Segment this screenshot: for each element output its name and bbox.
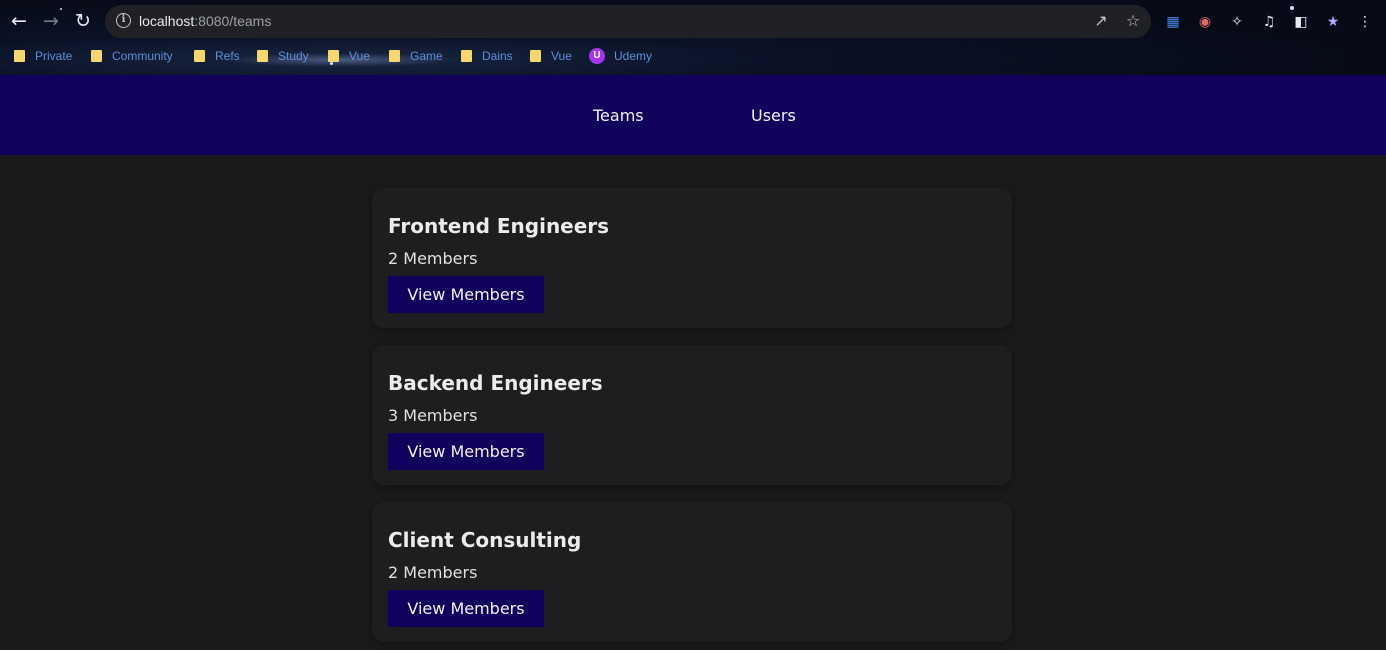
folder-icon <box>194 50 205 62</box>
folder-icon <box>91 50 102 62</box>
url-host: localhost <box>139 13 195 29</box>
nav-link-teams[interactable]: Teams <box>593 106 644 125</box>
nav-link-users[interactable]: Users <box>751 106 796 125</box>
browser-chrome: ← → ↻ i localhost:8080/teams ↗ ☆ ▦ ◉ ✧ ♫… <box>0 0 1386 75</box>
team-member-count: 3 Members <box>388 406 478 425</box>
folder-icon <box>328 50 339 62</box>
bookmark-label: Study <box>278 49 309 63</box>
bookmark-label: Refs <box>215 49 240 63</box>
bookmark-item[interactable]: Dains <box>461 44 513 68</box>
folder-icon <box>461 50 472 62</box>
bookmark-label: Vue <box>551 49 572 63</box>
bookmark-item[interactable]: Game <box>389 44 443 68</box>
folder-icon <box>389 50 400 62</box>
bookmark-label: Vue <box>349 49 370 63</box>
side-panel-icon[interactable]: ◧ <box>1292 13 1310 31</box>
folder-icon <box>530 50 541 62</box>
bookmark-item[interactable]: Private <box>14 44 72 68</box>
bookmark-item[interactable]: Vue <box>328 44 370 68</box>
puzzle-icon[interactable]: ✧ <box>1228 13 1246 31</box>
view-members-button[interactable]: View Members <box>388 433 544 470</box>
bookmark-label: Dains <box>482 49 513 63</box>
bookmark-item[interactable]: Vue <box>530 44 572 68</box>
reload-icon[interactable]: ↻ <box>70 8 96 34</box>
address-bar[interactable]: i localhost:8080/teams ↗ ☆ <box>105 5 1151 38</box>
team-member-count: 2 Members <box>388 249 478 268</box>
bookmark-item[interactable]: Study <box>257 44 309 68</box>
team-card: Frontend Engineers 2 Members View Member… <box>372 188 1012 328</box>
menu-kebab-icon[interactable]: ⋮ <box>1356 13 1374 31</box>
translate-extension-icon[interactable]: ▦ <box>1164 13 1182 31</box>
bookmarks-bar: Private Community Refs Study Vue Game Da… <box>0 44 1386 68</box>
share-icon[interactable]: ↗ <box>1091 11 1111 31</box>
bookmark-label: Community <box>112 49 173 63</box>
bookmark-star-icon[interactable]: ☆ <box>1123 11 1143 31</box>
bookmark-label: Udemy <box>614 49 653 63</box>
bookmark-label: Private <box>35 49 73 63</box>
folder-icon <box>14 50 25 62</box>
bookmark-item[interactable]: Community <box>91 44 173 68</box>
team-member-count: 2 Members <box>388 563 478 582</box>
bookmark-label: Game <box>410 49 443 63</box>
folder-icon <box>257 50 268 62</box>
site-info-icon[interactable]: i <box>116 13 131 28</box>
view-members-button[interactable]: View Members <box>388 276 544 313</box>
forward-icon[interactable]: → <box>38 8 64 34</box>
url-path: :8080/teams <box>194 13 272 29</box>
view-members-button[interactable]: View Members <box>388 590 544 627</box>
team-name: Client Consulting <box>388 528 582 552</box>
media-control-icon[interactable]: ♫ <box>1260 13 1278 31</box>
team-card: Backend Engineers 3 Members View Members <box>372 345 1012 485</box>
profile-avatar-icon[interactable]: ★ <box>1324 13 1342 31</box>
url-text[interactable]: localhost:8080/teams <box>139 13 271 29</box>
bookmark-item[interactable]: Refs <box>194 44 240 68</box>
browser-toolbar: ← → ↻ i localhost:8080/teams ↗ ☆ ▦ ◉ ✧ ♫… <box>0 4 1386 38</box>
udemy-icon: U <box>589 48 605 64</box>
extension-icon[interactable]: ◉ <box>1196 13 1214 31</box>
team-name: Frontend Engineers <box>388 214 610 238</box>
team-card: Client Consulting 2 Members View Members <box>372 502 1012 642</box>
app-header: Teams Users <box>0 75 1386 155</box>
back-icon[interactable]: ← <box>6 8 32 34</box>
bookmark-item[interactable]: U Udemy <box>589 44 652 68</box>
team-name: Backend Engineers <box>388 371 603 395</box>
